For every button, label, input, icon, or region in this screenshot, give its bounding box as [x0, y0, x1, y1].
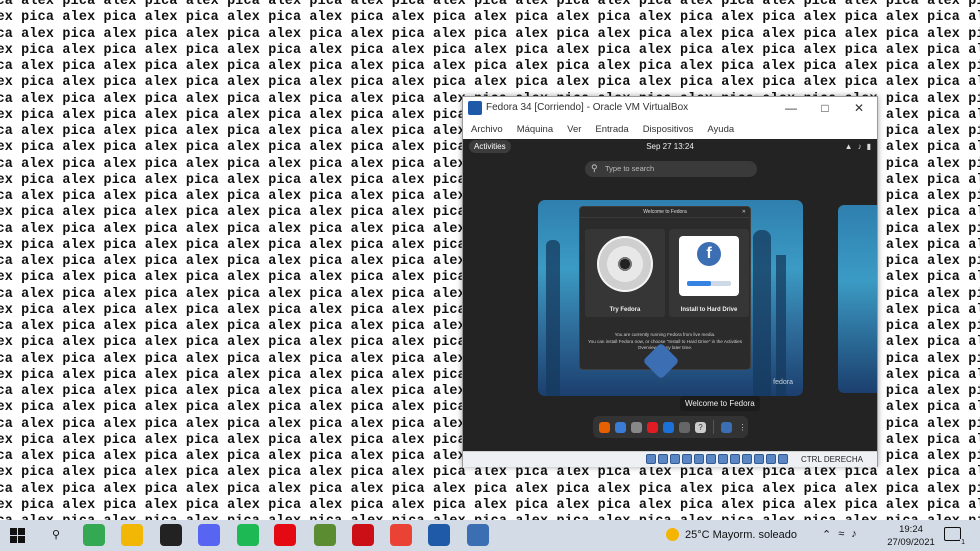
guest-screen[interactable]: Activities ▲ ♪ ▮ Sep 27 13:24 ⚲ Type to …	[463, 139, 877, 451]
window-titlebar[interactable]: Fedora 34 [Corriendo] - Oracle VM Virtua…	[463, 97, 877, 120]
install-progress-fill	[687, 281, 712, 286]
system-tray-icons[interactable]: ⌃ ≈ ♪	[822, 528, 857, 541]
firefox-icon[interactable]	[599, 421, 610, 433]
install-hard-drive-card[interactable]: f Install to Hard Drive	[669, 229, 749, 317]
wallpaper-text-row: alex pica alex pica alex pica alex pica …	[0, 42, 980, 58]
search-icon[interactable]: ⚲	[45, 524, 67, 546]
software-icon[interactable]	[647, 421, 658, 433]
dialog-title: Welcome to Fedora	[580, 207, 750, 218]
wallpaper-text-row: pica alex pica alex pica alex pica alex …	[0, 481, 980, 497]
wifi-icon[interactable]: ≈	[838, 528, 844, 541]
host-key-label: CTRL DERECHA	[801, 455, 863, 464]
try-fedora-label: Try Fedora	[609, 307, 641, 313]
audio-icon[interactable]	[670, 454, 680, 464]
menu-entrada[interactable]: Entrada	[595, 124, 628, 135]
notification-count: 1	[960, 539, 966, 546]
wallpaper-text-row: pica alex pica alex pica alex pica alex …	[0, 59, 980, 74]
dialog-close-icon[interactable]: ✕	[742, 209, 746, 215]
menu-ver[interactable]: Ver	[567, 124, 581, 135]
install-progress-bar	[687, 281, 731, 286]
windows-taskbar: ⚲ 25°C Mayorm. soleado ⌃ ≈ ♪ 19:24 27/09…	[0, 520, 980, 551]
discord-icon[interactable]	[198, 524, 220, 546]
weather-widget[interactable]: 25°C Mayorm. soleado	[666, 528, 797, 541]
file-explorer-icon[interactable]	[121, 524, 143, 546]
show-hidden-icon[interactable]: ⌃	[822, 528, 831, 541]
search-placeholder: Type to search	[605, 164, 655, 173]
wallpaper-text-row: pica alex pica alex pica alex pica alex …	[0, 0, 980, 9]
install-hard-drive-icon: f	[679, 236, 739, 296]
virtualbox-logo-icon	[468, 101, 482, 115]
menu-maquina[interactable]: Máquina	[517, 124, 553, 135]
files-icon[interactable]	[631, 421, 642, 433]
tree-decoration	[546, 240, 560, 396]
taskbar-date: 27/09/2021	[887, 537, 935, 548]
terminal-icon[interactable]	[679, 421, 690, 433]
menu-dispositivos[interactable]: Dispositivos	[643, 124, 694, 135]
virtualbox-icon[interactable]	[428, 524, 450, 546]
chrome-alt-icon[interactable]	[390, 524, 412, 546]
overview-search-input[interactable]: ⚲ Type to search	[585, 161, 757, 177]
search-icon: ⚲	[591, 163, 598, 173]
menu-bar: Archivo Máquina Ver Entrada Dispositivos…	[463, 120, 877, 139]
maximize-button[interactable]: □	[811, 99, 839, 117]
fedora-watermark: fedora	[773, 379, 793, 386]
menu-archivo[interactable]: Archivo	[471, 124, 503, 135]
try-fedora-card[interactable]: Try Fedora	[585, 229, 665, 317]
tree-decoration	[753, 230, 771, 396]
optical-drive-icon[interactable]	[658, 454, 668, 464]
taskbar-clock[interactable]: 19:24 27/09/2021	[886, 523, 936, 549]
minimize-button[interactable]: —	[777, 99, 805, 117]
mouse-integration-icon[interactable]	[754, 454, 764, 464]
display-icon[interactable]	[718, 454, 728, 464]
epic-games-icon[interactable]	[160, 524, 182, 546]
wallpaper-text-row: alex pica alex pica alex pica alex pica …	[0, 465, 980, 481]
next-workspace-thumbnail[interactable]	[838, 205, 877, 393]
volume-icon[interactable]: ♪	[851, 528, 857, 541]
cd-disc-icon	[597, 236, 653, 292]
spotify-icon[interactable]	[237, 524, 259, 546]
wallpaper-text-row: alex pica alex pica alex pica alex pica …	[0, 497, 980, 513]
menu-ayuda[interactable]: Ayuda	[707, 124, 734, 135]
taskbar-time: 19:24	[899, 524, 923, 535]
opera-icon[interactable]	[352, 524, 374, 546]
dash-separator	[713, 420, 714, 434]
writer-icon[interactable]	[663, 421, 674, 433]
top-bar-clock[interactable]: Sep 27 13:24	[463, 142, 877, 151]
minecraft-icon[interactable]	[314, 524, 336, 546]
weather-text: 25°C Mayorm. soleado	[685, 528, 798, 541]
virtualbox-window: Fedora 34 [Corriendo] - Oracle VM Virtua…	[462, 96, 878, 467]
calendar-icon[interactable]	[615, 421, 626, 433]
device-status-icons[interactable]	[646, 454, 788, 464]
help-icon[interactable]: ?	[695, 421, 706, 433]
welcome-dialog[interactable]: Welcome to Fedora ✕ Try Fedora f Install…	[579, 206, 751, 370]
vbox-status-bar: CTRL DERECHA	[463, 451, 877, 467]
hard-disk-icon[interactable]	[646, 454, 656, 464]
weather-sun-icon	[666, 528, 679, 541]
chrome-icon[interactable]	[83, 524, 105, 546]
window-title: Fedora 34 [Corriendo] - Oracle VM Virtua…	[486, 102, 689, 113]
tree-decoration	[776, 255, 786, 396]
show-apps-icon[interactable]: ⋮	[737, 422, 748, 433]
fedora-logo-icon: f	[697, 242, 721, 266]
network-adapter-icon[interactable]	[682, 454, 692, 464]
usb-icon[interactable]	[694, 454, 704, 464]
start-button[interactable]	[10, 528, 25, 543]
shared-folders-icon[interactable]	[706, 454, 716, 464]
fedora-installer-icon[interactable]	[721, 421, 732, 433]
close-button[interactable]: ✕	[845, 99, 873, 117]
install-hard-drive-label: Install to Hard Drive	[680, 307, 738, 313]
workspace-thumbnail[interactable]: fedora Welcome to Fedora ✕ Try Fedora f …	[538, 200, 803, 396]
wallpaper-text-row: alex pica alex pica alex pica alex pica …	[0, 75, 980, 91]
video-capture-icon[interactable]	[730, 454, 740, 464]
notification-center-icon[interactable]: 1	[944, 527, 966, 546]
fedora-vm-icon[interactable]	[467, 524, 489, 546]
dash-dock: ? ⋮	[593, 416, 748, 438]
dash-tooltip: Welcome to Fedora	[680, 396, 760, 411]
wallpaper-text-row: pica alex pica alex pica alex pica alex …	[0, 26, 980, 42]
cpu-icon[interactable]	[742, 454, 752, 464]
keyboard-icon[interactable]	[766, 454, 776, 464]
netflix-icon[interactable]	[274, 524, 296, 546]
host-key-arrow-icon[interactable]	[778, 454, 788, 464]
wallpaper-text-row: alex pica alex pica alex pica alex pica …	[0, 10, 980, 26]
